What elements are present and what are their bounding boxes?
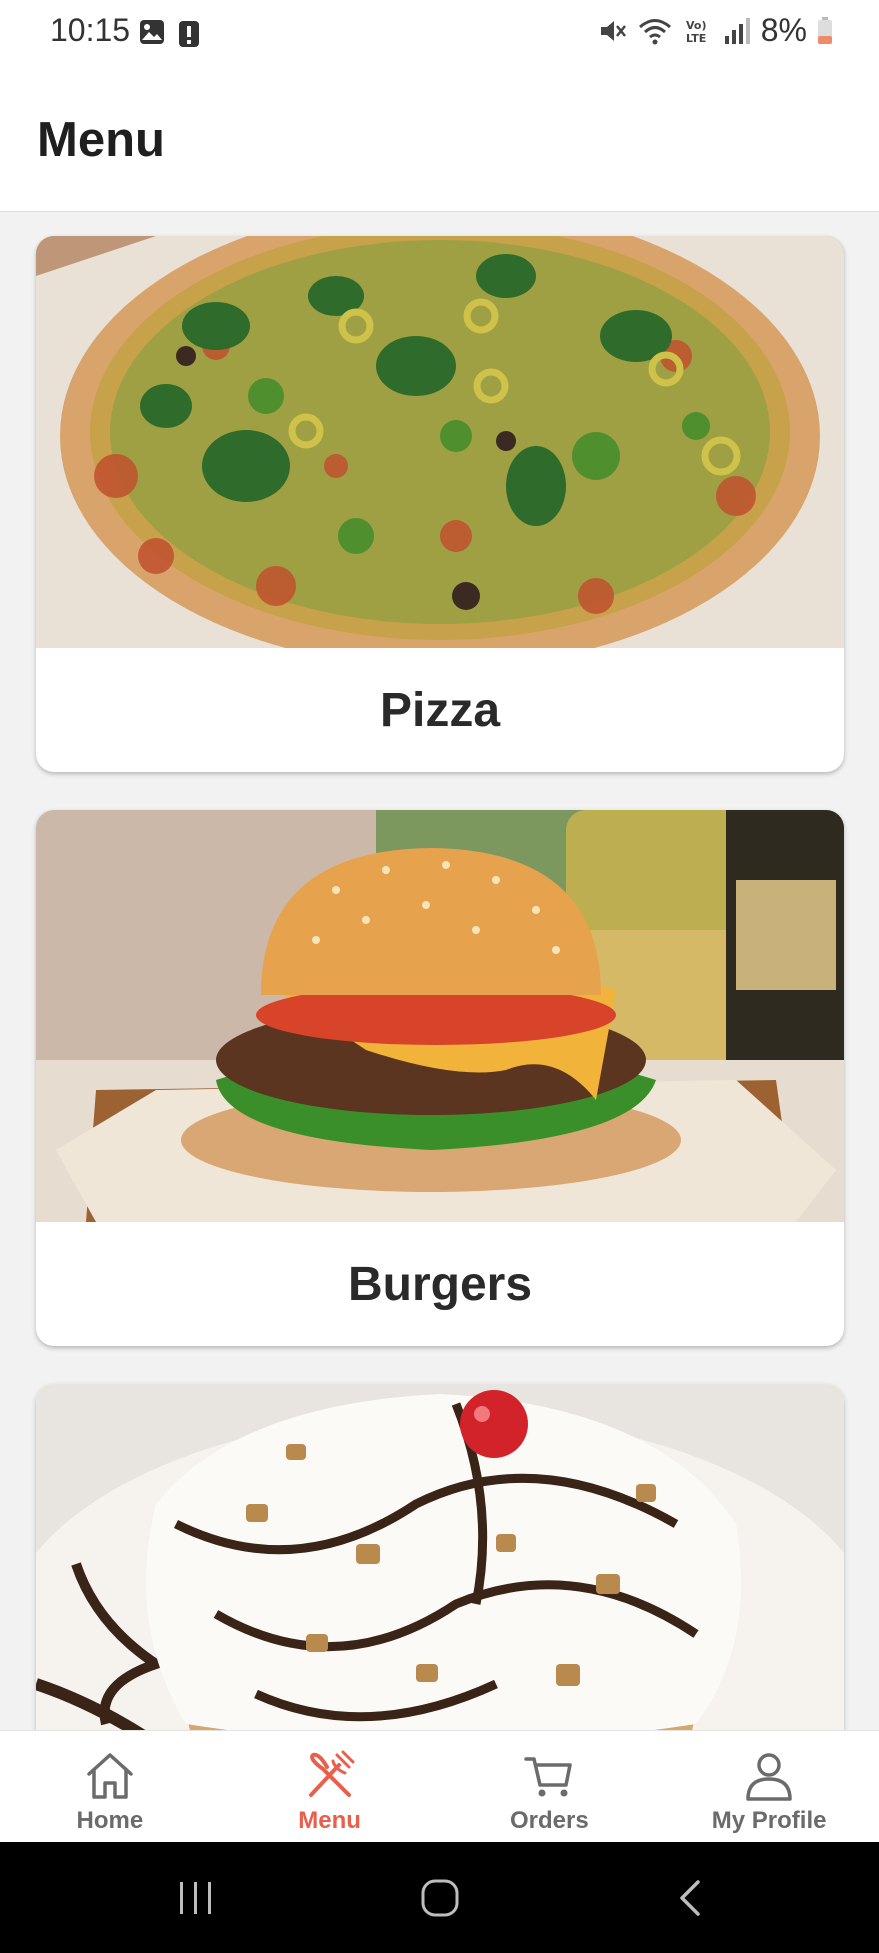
status-bar: 10:15 Vo) LTE 8% xyxy=(0,0,879,64)
sundae-photo xyxy=(36,1384,844,1730)
category-label-pizza: Pizza xyxy=(379,683,501,737)
battery-low-icon xyxy=(818,16,832,44)
category-card-pizza[interactable]: Pizza xyxy=(36,236,844,772)
cart-icon xyxy=(524,1757,573,1797)
signal-icon xyxy=(724,17,750,44)
pizza-photo xyxy=(36,236,844,648)
app-header: Menu xyxy=(0,64,879,212)
mute-icon xyxy=(600,20,626,41)
category-card-dessert[interactable] xyxy=(36,1384,844,1730)
nav-label-my-profile: My Profile xyxy=(711,1807,827,1834)
bottom-nav: Home Menu Orders My Profile xyxy=(0,1730,879,1842)
status-time: 10:15 xyxy=(50,12,131,48)
notification-icon xyxy=(179,21,199,47)
utensils-icon xyxy=(308,1750,355,1797)
page-title: Menu xyxy=(37,113,165,167)
status-icons: Vo) LTE 8% xyxy=(597,12,833,49)
category-label-burgers: Burgers xyxy=(347,1257,533,1311)
battery-percent: 8% xyxy=(760,12,807,48)
nav-item-home[interactable]: Home xyxy=(0,1731,220,1842)
nav-item-orders[interactable]: Orders xyxy=(440,1731,660,1842)
svg-text:LTE: LTE xyxy=(686,32,706,45)
recent-apps-icon[interactable] xyxy=(174,1878,218,1918)
nav-label-orders: Orders xyxy=(510,1807,589,1834)
nav-item-my-profile[interactable]: My Profile xyxy=(659,1731,879,1842)
menu-category-list[interactable]: Pizza Burgers xyxy=(0,212,879,1730)
volte-icon: Vo) LTE xyxy=(686,19,707,45)
person-icon xyxy=(746,1753,792,1801)
category-card-burgers[interactable]: Burgers xyxy=(36,810,844,1346)
home-circle-icon[interactable] xyxy=(418,1878,462,1918)
nav-item-menu[interactable]: Menu xyxy=(220,1731,440,1842)
nav-label-home: Home xyxy=(76,1807,144,1834)
back-icon[interactable] xyxy=(668,1878,712,1918)
wifi-icon xyxy=(638,18,671,44)
system-nav-bar xyxy=(0,1842,879,1953)
burger-photo xyxy=(36,810,844,1222)
home-icon xyxy=(87,1753,133,1799)
image-icon xyxy=(140,20,164,44)
nav-label-menu: Menu xyxy=(298,1807,361,1834)
svg-text:Vo): Vo) xyxy=(686,19,707,32)
